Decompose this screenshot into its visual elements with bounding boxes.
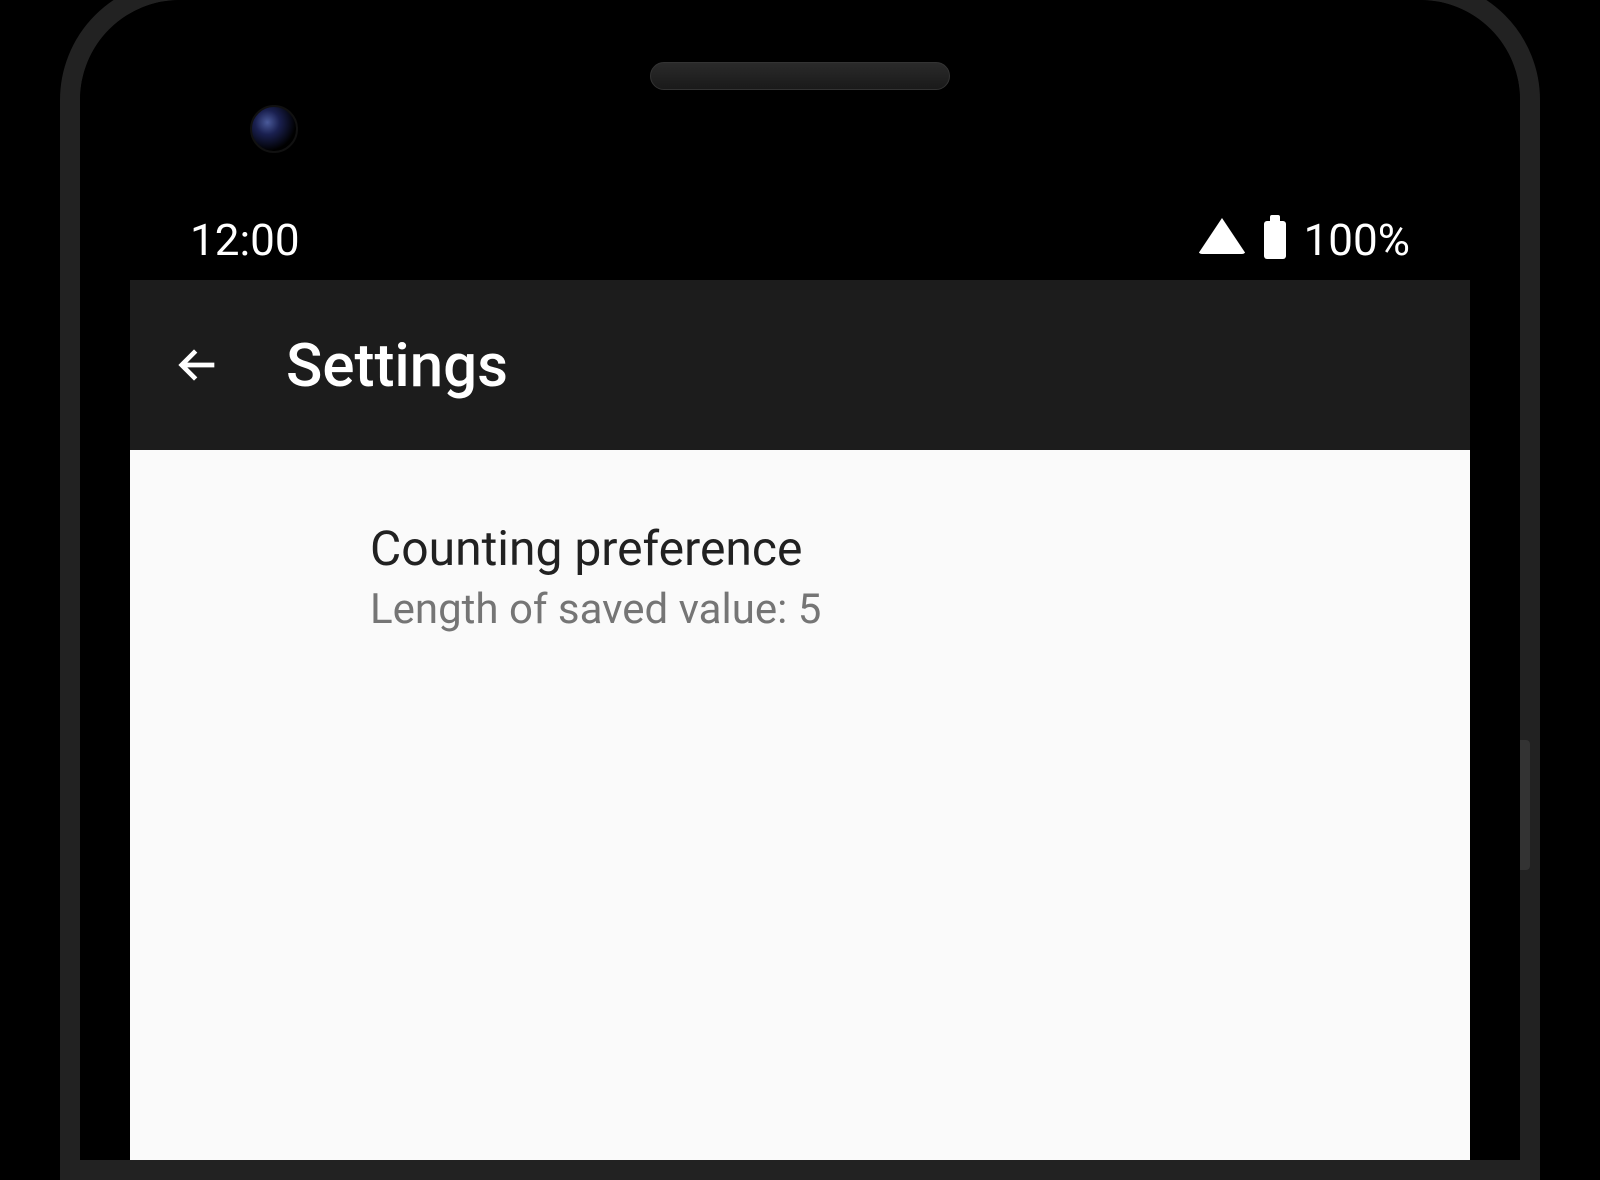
status-bar: 12:00 100% (130, 200, 1470, 280)
battery-icon (1264, 221, 1286, 259)
phone-speaker (650, 62, 950, 90)
battery-percent-label: 100% (1304, 214, 1410, 266)
arrow-left-icon (170, 337, 226, 393)
page-title: Settings (286, 330, 508, 401)
wifi-icon (1198, 218, 1246, 254)
preference-summary: Length of saved value: 5 (370, 585, 1430, 634)
phone-inner-frame: 12:00 100% Settings Counting preference (80, 0, 1520, 1160)
app-bar: Settings (130, 280, 1470, 450)
phone-device-frame: 12:00 100% Settings Counting preference (60, 0, 1540, 1180)
settings-content: Counting preference Length of saved valu… (130, 450, 1470, 1160)
preference-title: Counting preference (370, 520, 1430, 577)
back-button[interactable] (170, 337, 226, 393)
phone-front-camera (250, 105, 298, 153)
status-icons-group: 100% (1198, 214, 1410, 266)
phone-screen: 12:00 100% Settings Counting preference (130, 200, 1470, 1160)
phone-power-button (1520, 740, 1530, 870)
status-time: 12:00 (190, 214, 300, 266)
preference-counting[interactable]: Counting preference Length of saved valu… (130, 500, 1470, 654)
